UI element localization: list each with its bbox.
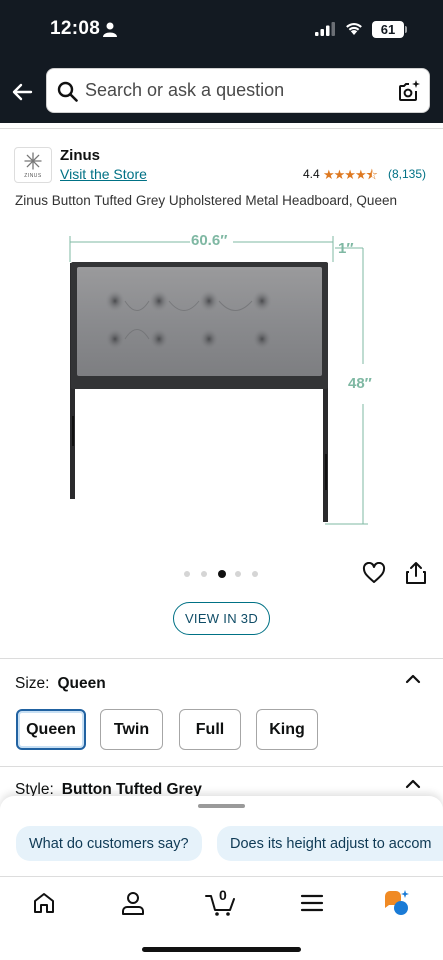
battery-indicator: 61 xyxy=(372,21,404,38)
chevron-up-icon[interactable] xyxy=(405,674,421,684)
size-value: Queen xyxy=(57,675,106,692)
rufus-assistant-icon[interactable] xyxy=(383,890,409,916)
heart-icon[interactable] xyxy=(362,562,386,584)
size-option-king[interactable]: King xyxy=(256,709,318,750)
size-label: Size: xyxy=(15,675,50,692)
divider xyxy=(0,766,443,767)
account-icon[interactable] xyxy=(120,890,146,916)
menu-icon[interactable] xyxy=(299,890,325,916)
search-input[interactable] xyxy=(85,69,385,112)
dimension-depth-label: 1″ xyxy=(338,240,354,257)
product-image[interactable] xyxy=(55,228,385,538)
wifi-icon xyxy=(346,22,362,35)
brand-logo-text: ZINUS xyxy=(24,173,42,179)
home-icon[interactable] xyxy=(31,890,57,916)
search-bar[interactable] xyxy=(46,68,430,113)
dimension-height-label: 48″ xyxy=(348,375,372,392)
back-arrow-icon[interactable] xyxy=(10,80,34,104)
dimension-width-label: 60.6″ xyxy=(191,232,228,249)
carousel-dot[interactable] xyxy=(252,571,258,577)
carousel-dot[interactable] xyxy=(184,571,190,577)
view-in-3d-button[interactable]: VIEW IN 3D xyxy=(173,602,270,635)
brand-logo[interactable]: ZINUS xyxy=(14,147,52,183)
visit-store-link[interactable]: Visit the Store xyxy=(60,166,147,182)
star-rating-icon[interactable]: ★★★★⯪ xyxy=(323,166,378,188)
review-count-link[interactable]: (8,135) xyxy=(388,167,426,181)
divider xyxy=(0,128,443,129)
status-time: 12:08 xyxy=(50,18,101,39)
rating-value: 4.4 xyxy=(303,167,320,181)
product-title: Zinus Button Tufted Grey Upholstered Met… xyxy=(15,193,397,208)
brand-name: Zinus xyxy=(60,147,100,164)
bottom-nav: 0 xyxy=(0,876,443,960)
size-option-queen[interactable]: Queen xyxy=(16,709,86,750)
question-chip[interactable]: Does its height adjust to accom xyxy=(217,826,443,861)
carousel-dot[interactable] xyxy=(201,571,207,577)
size-selector-header[interactable]: Size: Queen xyxy=(15,675,106,693)
share-icon[interactable] xyxy=(405,561,427,585)
top-bar: 12:08 61 xyxy=(0,0,443,123)
questions-bottom-sheet[interactable]: What do customers say? Does its height a… xyxy=(0,796,443,880)
image-carousel-dots[interactable] xyxy=(184,569,264,579)
search-icon xyxy=(57,81,78,102)
divider xyxy=(0,658,443,659)
size-option-full[interactable]: Full xyxy=(179,709,241,750)
home-indicator xyxy=(142,947,301,952)
camera-lens-icon[interactable] xyxy=(397,79,421,103)
carousel-dot[interactable] xyxy=(235,571,241,577)
sheet-drag-handle[interactable] xyxy=(198,804,245,808)
person-icon xyxy=(103,22,117,37)
chevron-up-icon[interactable] xyxy=(405,779,421,789)
status-bar: 12:08 61 xyxy=(0,0,443,58)
size-option-twin[interactable]: Twin xyxy=(100,709,163,750)
cart-count: 0 xyxy=(219,887,227,903)
cellular-signal-icon xyxy=(315,22,335,36)
carousel-dot[interactable] xyxy=(218,570,226,578)
battery-cap xyxy=(405,26,407,33)
question-chip[interactable]: What do customers say? xyxy=(16,826,202,861)
